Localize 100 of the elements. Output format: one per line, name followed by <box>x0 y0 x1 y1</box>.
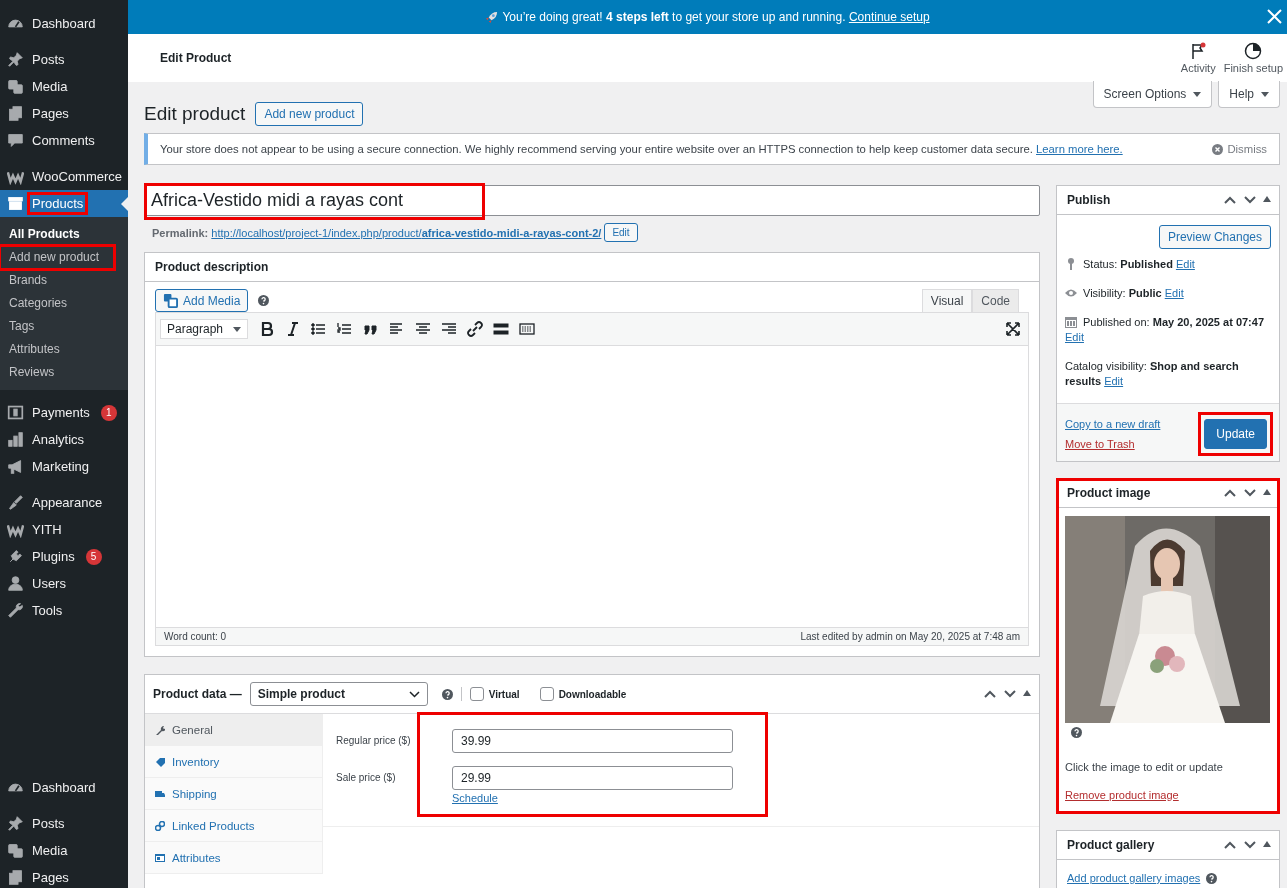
truck-icon <box>155 788 165 799</box>
image-hint: Click the image to edit or update <box>1065 761 1223 773</box>
field-label: Sale price ($) <box>336 772 396 783</box>
help-icon[interactable] <box>1071 727 1082 738</box>
menu-item[interactable]: Tools <box>29 601 66 620</box>
link-icon[interactable] <box>464 318 486 340</box>
price-field[interactable]: 29.99 <box>452 766 733 790</box>
editor-tab[interactable]: Code <box>972 289 1019 312</box>
triangle-up-icon[interactable] <box>1263 195 1271 203</box>
publish-info: Visibility: Public Edit <box>1065 286 1271 301</box>
menu-item[interactable]: Payments <box>29 403 93 422</box>
chevron-up-icon[interactable] <box>1223 488 1237 498</box>
table-icon <box>155 852 165 863</box>
menu-item[interactable]: Pages <box>29 104 72 123</box>
add-gallery-link[interactable]: Add product gallery images <box>1067 872 1201 884</box>
menu-item[interactable]: Media <box>29 77 71 96</box>
header-action[interactable]: Activity <box>1176 42 1220 74</box>
pushpin-icon <box>7 51 24 68</box>
chevron-down-icon <box>408 690 420 698</box>
chevron-up-icon[interactable] <box>1223 840 1237 850</box>
product-type-select[interactable]: Simple product <box>249 682 428 706</box>
panel-title: Product gallery <box>1067 838 1155 852</box>
checkbox[interactable] <box>539 687 554 701</box>
caret-icon <box>1193 91 1202 97</box>
chevron-up-icon[interactable] <box>983 689 997 699</box>
media-icon <box>7 78 24 95</box>
rocket-icon <box>485 10 499 24</box>
permalink-link[interactable]: http://localhost/project-1/index.php/product/africa-vestido-midi-a-rayas-cont-2/ <box>211 226 602 239</box>
menu-item[interactable]: Comments <box>29 131 98 150</box>
chevron-down-icon[interactable] <box>1243 488 1257 498</box>
chevron-up-icon[interactable] <box>1223 195 1237 205</box>
word-count: Word count: 0 <box>164 631 227 642</box>
submenu-item[interactable]: Add new product <box>0 246 114 269</box>
help-icon[interactable] <box>258 295 270 306</box>
tab-toggle-button[interactable]: Screen Options <box>1092 81 1213 108</box>
help-icon[interactable] <box>441 688 453 700</box>
help-icon[interactable] <box>1206 872 1218 884</box>
submenu-item[interactable]: Tags <box>0 315 114 338</box>
trash-link[interactable]: Move to Trash <box>1065 438 1161 450</box>
menu-item[interactable]: Dashboard <box>29 778 99 797</box>
last-edited-text: Last edited by admin on May 20, 2025 at 7:48 am <box>800 631 1020 642</box>
edit-link[interactable]: Edit <box>1104 375 1124 387</box>
format-select[interactable]: Paragraph <box>160 319 248 339</box>
menu-item[interactable]: Media <box>29 841 71 860</box>
media-icon <box>163 293 178 308</box>
tab-toggle-button[interactable]: Help <box>1218 81 1280 108</box>
edit-link[interactable]: Edit <box>1175 258 1195 270</box>
menu-item[interactable]: Pages <box>29 868 72 887</box>
menu-item[interactable]: Plugins <box>29 547 78 566</box>
remove-image-link[interactable]: Remove product image <box>1065 789 1179 801</box>
editor-tab[interactable]: Visual <box>921 289 973 312</box>
chevron-down-icon[interactable] <box>1243 840 1257 850</box>
menu-item[interactable]: Users <box>29 574 69 593</box>
learn-more-link[interactable]: Learn more here. <box>1036 143 1123 155</box>
edit-button[interactable]: Edit <box>604 223 638 242</box>
menu-item[interactable]: Posts <box>29 50 68 69</box>
header-action[interactable]: Finish setup <box>1219 42 1287 74</box>
copy-draft-link[interactable]: Copy to a new draft <box>1065 418 1161 430</box>
menu-item[interactable]: Marketing <box>29 457 93 476</box>
update-button[interactable]: Update <box>1204 419 1267 449</box>
submenu-item[interactable]: Categories <box>0 292 114 315</box>
product-data-tab[interactable]: General <box>145 714 322 746</box>
checkbox[interactable] <box>469 687 484 701</box>
menu-item[interactable]: WooCommerce <box>29 167 126 186</box>
add-media-button[interactable]: Add Media <box>155 289 249 312</box>
triangle-up-icon[interactable] <box>1263 840 1271 848</box>
submenu-item[interactable]: Reviews <box>0 361 114 384</box>
publish-info: Status: Published Edit <box>1065 257 1271 272</box>
checkbox-option[interactable]: Downloadable <box>539 687 627 701</box>
media-icon <box>7 842 24 859</box>
panel-title: Product image <box>1067 486 1151 500</box>
menu-item[interactable]: Appearance <box>29 493 106 512</box>
chevron-down-icon[interactable] <box>1003 689 1017 699</box>
edit-link[interactable]: Edit <box>1065 331 1084 343</box>
edit-link[interactable]: Edit <box>1164 287 1184 299</box>
bar-chart-icon <box>7 431 24 448</box>
submenu-item[interactable]: Attributes <box>0 338 114 361</box>
link-icon <box>155 820 165 831</box>
brush-icon <box>7 494 24 511</box>
menu-item[interactable]: Posts <box>29 814 68 833</box>
schedule-link[interactable]: Schedule <box>452 792 733 804</box>
preview-changes-button[interactable]: Preview Changes <box>1158 225 1271 249</box>
menu-item[interactable]: Analytics <box>29 430 88 449</box>
add-new-product-button[interactable]: Add new product <box>255 102 364 126</box>
continue-setup-link[interactable]: Continue setup <box>848 10 930 24</box>
pushpin-icon <box>7 815 24 832</box>
caret-icon <box>1261 91 1269 97</box>
triangle-up-icon[interactable] <box>1023 689 1031 697</box>
submenu-item[interactable]: Brands <box>0 269 114 292</box>
menu-item[interactable]: YITH <box>29 520 65 539</box>
close-icon[interactable] <box>1266 8 1283 25</box>
menu-item[interactable]: Dashboard <box>29 14 99 33</box>
triangle-up-icon[interactable] <box>1263 488 1271 496</box>
chevron-down-icon[interactable] <box>1243 195 1257 205</box>
submenu-item[interactable]: All Products <box>0 223 114 246</box>
price-field[interactable]: 39.99 <box>452 729 733 753</box>
speech-bubble-icon <box>7 132 24 149</box>
dismiss-button[interactable]: Dismiss <box>1212 143 1267 155</box>
title-field[interactable]: Africa-Vestido midi a rayas cont <box>144 185 1040 216</box>
checkbox-option[interactable]: Virtual <box>469 687 520 701</box>
